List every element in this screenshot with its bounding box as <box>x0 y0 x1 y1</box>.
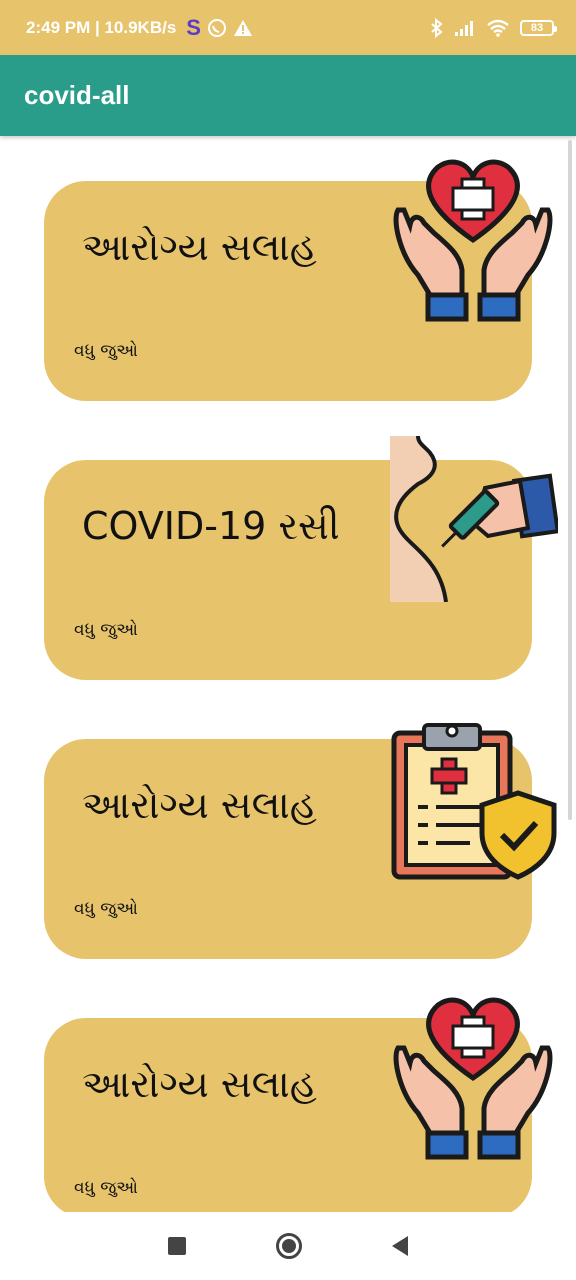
signal-icon <box>455 20 473 36</box>
heart-hands-icon <box>393 997 553 1160</box>
status-bar: 2:49 PM | 10.9KB/s S 83 <box>0 0 576 55</box>
home-button[interactable] <box>276 1233 302 1259</box>
medical-clipboard-shield-icon <box>391 723 557 880</box>
battery-level: 83 <box>530 21 544 34</box>
heart-hands-icon <box>393 159 553 322</box>
recents-button[interactable] <box>168 1237 186 1255</box>
back-button[interactable] <box>392 1236 408 1256</box>
system-nav-bar <box>0 1212 576 1280</box>
wifi-icon <box>487 19 509 37</box>
status-time-speed: 2:49 PM | 10.9KB/s <box>26 17 177 37</box>
card-title: આરોગ્ય સલાહ <box>82 225 317 269</box>
see-more-link[interactable]: વધુ જુઓ <box>74 620 138 640</box>
s-app-icon: S <box>186 14 201 40</box>
vaccine-syringe-icon <box>390 436 558 602</box>
card-title: COVID-19 રસી <box>82 504 340 548</box>
see-more-link[interactable]: વધુ જુઓ <box>74 1178 138 1198</box>
card-title: આરોગ્ય સલાહ <box>82 783 317 827</box>
bluetooth-icon <box>431 17 443 38</box>
whatsapp-icon <box>207 18 226 37</box>
warning-icon <box>233 19 252 36</box>
app-bar: covid-all <box>0 55 576 136</box>
see-more-link[interactable]: વધુ જુઓ <box>74 899 138 919</box>
card-title: આરોગ્ય સલાહ <box>82 1062 317 1106</box>
see-more-link[interactable]: વધુ જુઓ <box>74 341 138 361</box>
app-title: covid-all <box>24 80 130 110</box>
battery-icon: 83 <box>520 19 557 36</box>
scrollbar[interactable] <box>568 140 572 820</box>
